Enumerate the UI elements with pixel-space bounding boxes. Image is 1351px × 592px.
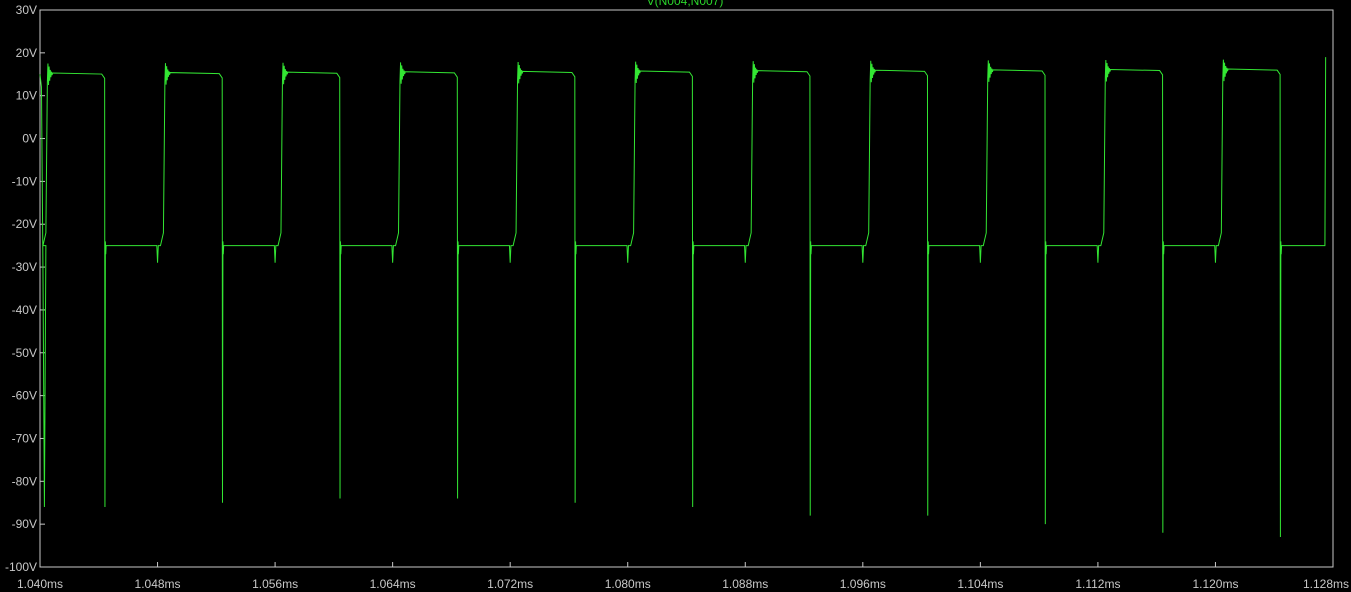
x-tick-label: 1.120ms	[1192, 577, 1238, 591]
y-tick-label: 20V	[16, 46, 37, 60]
y-axis: 30V 20V 10V 0V -10V -20V -30V -40V -50V -60V -70V -…	[5, 3, 45, 574]
waveform-plot[interactable]: V(N004,N007) 30V 20V 10V 0V -10V -20V -30V -40V…	[0, 0, 1351, 592]
y-tick-label: -40V	[12, 303, 37, 317]
x-tick-label: 1.088ms	[722, 577, 768, 591]
y-tick-label: -50V	[12, 346, 37, 360]
y-tick-label: -70V	[12, 431, 37, 445]
plot-frame	[39, 9, 1334, 568]
y-tick-label: -10V	[12, 174, 37, 188]
y-tick-label: 0V	[22, 132, 37, 146]
x-tick-label: 1.080ms	[605, 577, 651, 591]
x-tick-label: 1.096ms	[840, 577, 886, 591]
y-tick-label: 10V	[16, 89, 37, 103]
x-axis: 1.040ms 1.048ms 1.056ms 1.064ms 1.072ms 1.080…	[17, 562, 1349, 591]
y-tick-label: -80V	[12, 474, 37, 488]
trace-group	[39, 57, 1327, 538]
y-tick-label: -20V	[12, 217, 37, 231]
y-tick-label: 30V	[16, 3, 37, 17]
x-tick-label: 1.112ms	[1075, 577, 1120, 591]
x-tick-label: 1.072ms	[487, 577, 533, 591]
y-tick-label: -100V	[5, 560, 37, 574]
y-tick-label: -60V	[12, 389, 37, 403]
trace-title[interactable]: V(N004,N007)	[647, 0, 724, 8]
x-tick-label: 1.128ms	[1303, 577, 1349, 591]
y-tick-label: -30V	[12, 260, 37, 274]
x-tick-label: 1.048ms	[135, 577, 181, 591]
x-tick-label: 1.056ms	[252, 577, 298, 591]
y-tick-label: -90V	[12, 517, 37, 531]
voltage-trace[interactable]	[39, 57, 1327, 538]
x-tick-label: 1.064ms	[370, 577, 416, 591]
x-tick-label: 1.104ms	[957, 577, 1003, 591]
x-tick-label: 1.040ms	[17, 577, 63, 591]
